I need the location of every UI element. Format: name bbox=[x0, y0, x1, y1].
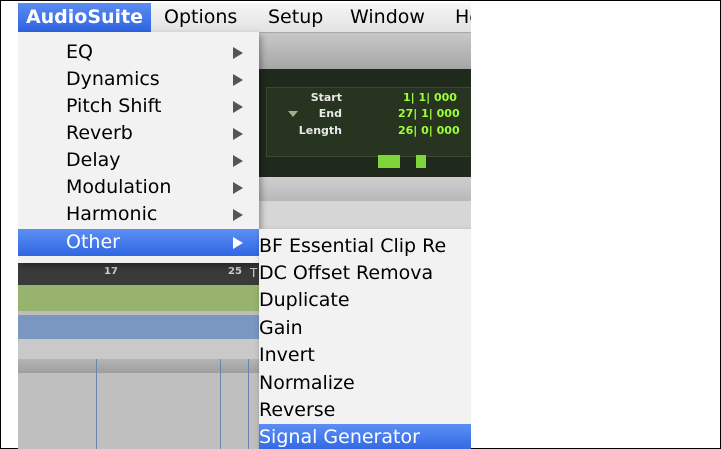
menu-item-other[interactable]: Other bbox=[18, 229, 259, 256]
submenu-item-signal-generator[interactable]: Signal Generator bbox=[259, 424, 471, 449]
menu-item-reverb[interactable]: Reverb bbox=[18, 120, 259, 147]
ruler-mark-25: 25 bbox=[228, 266, 242, 277]
menu-item-label: Modulation bbox=[66, 176, 172, 198]
menu-item-pitch-shift[interactable]: Pitch Shift bbox=[18, 93, 259, 120]
submenu-arrow-icon bbox=[233, 101, 243, 113]
menu-item-label: Delay bbox=[66, 149, 121, 171]
menu-item-dynamics[interactable]: Dynamics bbox=[18, 66, 259, 93]
menu-audiosuite[interactable]: AudioSuite bbox=[18, 3, 151, 32]
end-label: End bbox=[318, 107, 342, 120]
submenu-item-normalize[interactable]: Normalize bbox=[259, 370, 471, 397]
submenu-arrow-icon bbox=[233, 155, 243, 167]
submenu-arrow-icon bbox=[233, 47, 243, 59]
submenu-item-duplicate[interactable]: Duplicate bbox=[259, 287, 471, 314]
menu-item-label: Reverb bbox=[66, 122, 133, 144]
menu-window[interactable]: Window bbox=[350, 3, 425, 32]
menu-item-modulation[interactable]: Modulation bbox=[18, 174, 259, 201]
submenu-arrow-icon bbox=[233, 237, 243, 249]
start-label: Start bbox=[310, 91, 342, 104]
menu-item-label: EQ bbox=[66, 41, 93, 63]
submenu-arrow-icon bbox=[233, 182, 243, 194]
menu-item-eq[interactable]: EQ bbox=[18, 39, 259, 66]
menu-options[interactable]: Options bbox=[164, 3, 237, 32]
menu-item-delay[interactable]: Delay bbox=[18, 147, 259, 174]
menu-item-label: Other bbox=[66, 231, 120, 253]
grid-line bbox=[248, 359, 249, 449]
submenu-arrow-icon bbox=[233, 128, 243, 140]
other-submenu: BF Essential Clip Re DC Offset Remova Du… bbox=[259, 229, 471, 449]
ruler-mark-17: 17 bbox=[104, 266, 118, 277]
grid-line bbox=[96, 359, 97, 449]
end-value[interactable]: 27| 1| 000 bbox=[398, 107, 468, 120]
menu-item-label: Pitch Shift bbox=[66, 95, 162, 117]
submenu-item-bf-essential-clip[interactable]: BF Essential Clip Re bbox=[259, 233, 471, 260]
grid-line bbox=[220, 359, 221, 449]
menu-item-label: Dynamics bbox=[66, 68, 160, 90]
submenu-item-dc-offset-removal[interactable]: DC Offset Remova bbox=[259, 260, 471, 287]
start-value[interactable]: 1| 1| 000 bbox=[403, 91, 471, 104]
menu-help[interactable]: He bbox=[455, 3, 471, 32]
submenu-item-reverse[interactable]: Reverse bbox=[259, 397, 471, 424]
pro-tools-window: 1| 000 Start End Length 1| 1| 000 27| 1|… bbox=[18, 3, 471, 449]
length-label: Length bbox=[298, 124, 342, 137]
menu-setup[interactable]: Setup bbox=[268, 3, 323, 32]
length-value[interactable]: 26| 0| 000 bbox=[398, 124, 468, 137]
toolbar-strip bbox=[258, 33, 471, 69]
menu-item-label: Harmonic bbox=[66, 203, 158, 225]
clip-icon[interactable] bbox=[416, 155, 426, 168]
menu-bar: AudioSuite Options Setup Window He bbox=[18, 3, 471, 33]
submenu-arrow-icon bbox=[233, 74, 243, 86]
menu-item-harmonic[interactable]: Harmonic bbox=[18, 201, 259, 228]
nudge-icon[interactable] bbox=[378, 155, 400, 168]
cursor-icon: T bbox=[250, 266, 258, 280]
submenu-arrow-icon bbox=[233, 209, 243, 221]
audiosuite-menu: EQ Dynamics Pitch Shift Reverb Delay Mod… bbox=[18, 32, 259, 263]
submenu-item-invert[interactable]: Invert bbox=[259, 342, 471, 369]
submenu-item-gain[interactable]: Gain bbox=[259, 315, 471, 342]
